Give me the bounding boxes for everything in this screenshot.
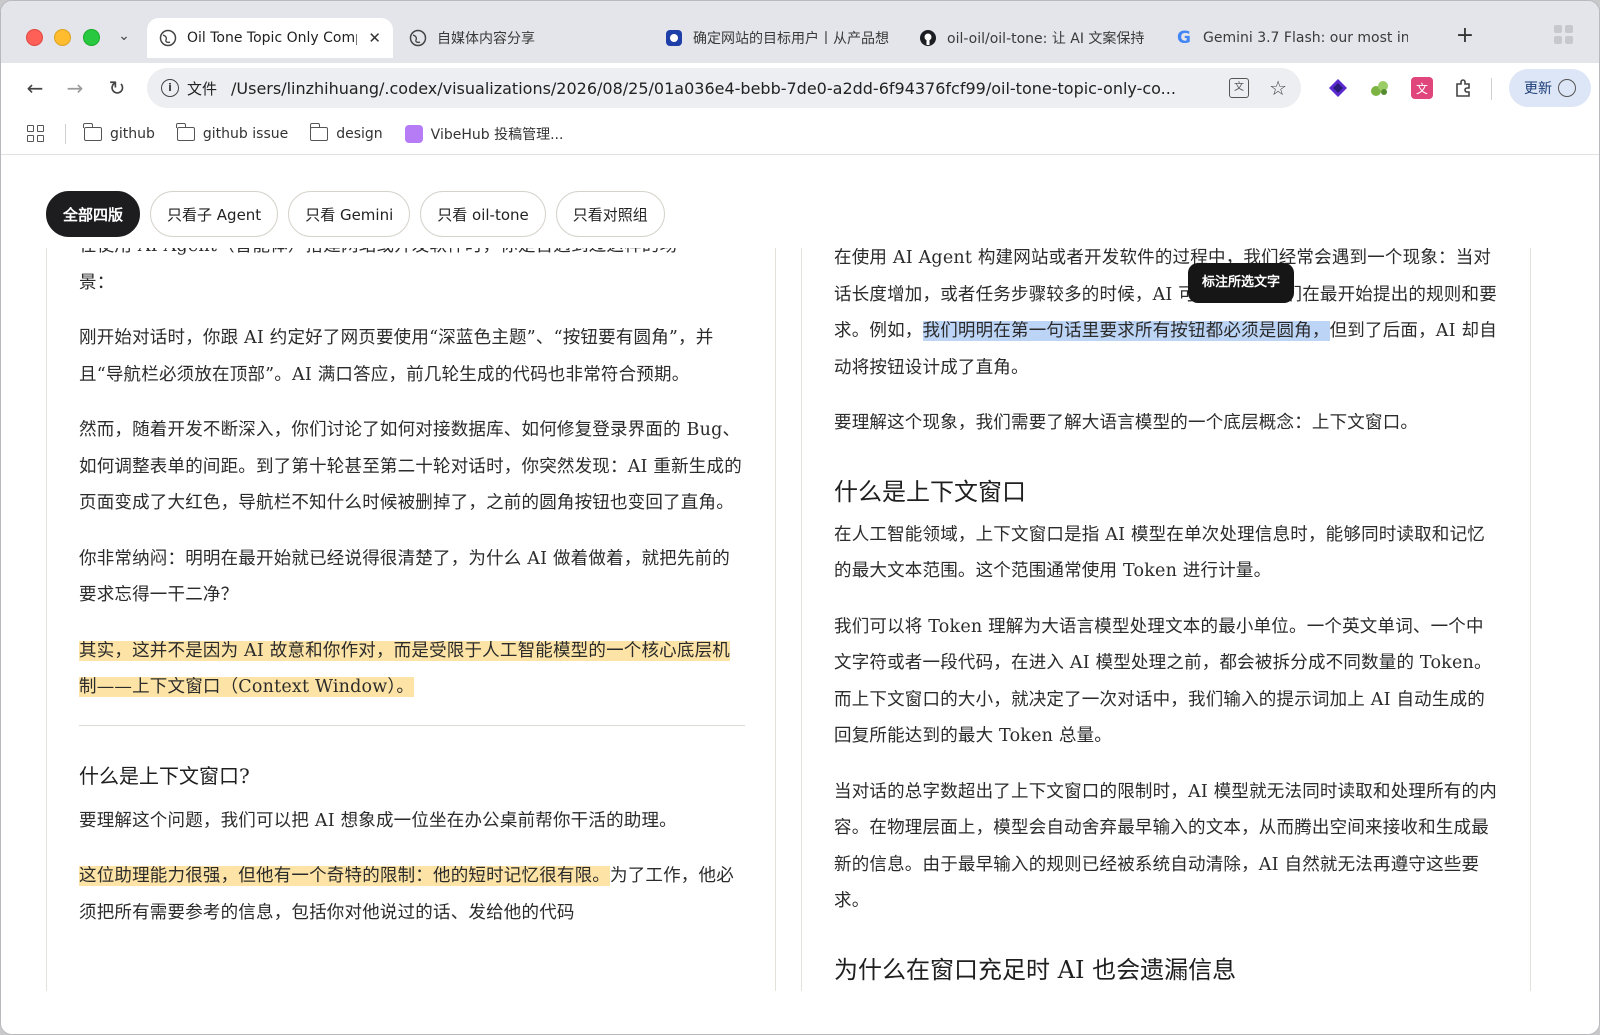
bookmark-label: github issue <box>202 125 289 142</box>
right-article-column[interactable]: 在使用 AI Agent 构建网站或者开发软件的过程中，我们经常会遇到一个现象：… <box>801 248 1531 991</box>
extension-puzzle-color-icon[interactable] <box>1369 77 1391 99</box>
browser-toolbar: ← → ↻ i 文件 /Users/linzhihuang/.codex/vis… <box>1 63 1599 113</box>
paragraph-5: 当对话的总字数超出了上下文窗口的限制时，AI 模型就无法同时读取和处理所有的内容… <box>834 781 1497 912</box>
annotate-selection-tooltip[interactable]: 标注所选文字 <box>1188 263 1295 303</box>
paragraph-2: 然而，随着开发不断深入，你们讨论了如何对接数据库、如何修复登录界面的 Bug、如… <box>79 420 742 513</box>
page-content: 全部四版 只看子 Agent 只看 Gemini 只看 oil-tone 只看对… <box>1 156 1599 1034</box>
info-icon[interactable]: i <box>161 79 179 97</box>
extensions-puzzle-icon[interactable] <box>1453 77 1475 99</box>
filter-gemini[interactable]: 只看 Gemini <box>288 191 411 237</box>
paragraph-2: 要理解这个现象，我们需要了解大语言模型的一个底层概念：上下文窗口。 <box>834 413 1419 433</box>
tab-grid-icon[interactable] <box>1554 25 1574 45</box>
filter-control-group[interactable]: 只看对照组 <box>555 191 665 237</box>
section-heading: 什么是上下文窗口 <box>834 477 1026 506</box>
bookmark-star-icon[interactable]: ☆ <box>1269 76 1287 100</box>
tab-title: Gemini 3.7 Flash: our most in <box>1203 30 1408 46</box>
filter-sub-agent[interactable]: 只看子 Agent <box>150 191 279 237</box>
tab-list-chevron-icon[interactable]: ⌄ <box>113 25 135 47</box>
paragraph-3: 你非常纳闷：明明在最开始就已经说得很清楚了，为什么 AI 做着做着，就把先前的要… <box>79 548 730 606</box>
close-window-button[interactable] <box>26 29 43 46</box>
section-heading-2: 为什么在窗口充足时 AI 也会遗漏信息 <box>834 955 1237 984</box>
zoom-window-button[interactable] <box>83 29 100 46</box>
update-label: 更新 <box>1524 81 1552 97</box>
paragraph-1: 在使用 AI Agent 构建网站或者开发软件的过程中，我们经常会遇到一个现象：… <box>834 248 1500 386</box>
section-heading: 什么是上下文窗口? <box>79 763 250 788</box>
new-tab-plus-icon[interactable]: + <box>1453 25 1477 47</box>
url-text[interactable]: /Users/linzhihuang/.codex/visualizations… <box>231 79 1211 98</box>
tab-title: Oil Tone Topic Only Comp <box>187 30 357 46</box>
bookmark-github-issue[interactable]: github issue <box>176 122 289 142</box>
toolbar-divider <box>1491 78 1492 100</box>
paragraph-intro-top: 在使用 AI Agent（智能体）搭建网站或开发软件时，你是否遇到过这样的场 <box>79 248 745 265</box>
extension-translate-pink-icon[interactable]: 文 <box>1411 77 1433 99</box>
tab-self-media[interactable]: 自媒体内容分享 <box>397 18 637 58</box>
bookmarks-divider <box>65 123 66 144</box>
left-article-column[interactable]: 在使用 AI Agent（智能体）搭建网站或开发软件时，你是否遇到过这样的场 景… <box>46 248 776 991</box>
browser-window: ⌄ Oil Tone Topic Only Comp ✕ 自媒体内容分享 确定网… <box>0 0 1600 1035</box>
highlight-yellow[interactable]: 其实，这并不是因为 AI 故意和你作对，而是受限于人工智能模型的一个核心底层机制… <box>79 640 730 697</box>
paragraph-4: 其实，这并不是因为 AI 故意和你作对，而是受限于人工智能模型的一个核心底层机制… <box>79 633 745 706</box>
google-icon: G <box>1177 28 1191 48</box>
minimize-window-button[interactable] <box>54 29 71 46</box>
bookmark-vibehub[interactable]: VibeHub 投稿管理... <box>404 124 564 144</box>
bookmark-github[interactable]: github <box>83 122 155 142</box>
folder-icon <box>176 122 195 141</box>
update-button[interactable]: 更新 <box>1509 69 1591 107</box>
profile-avatar-icon[interactable] <box>1558 79 1576 97</box>
section-divider <box>79 724 745 726</box>
bookmark-label: github <box>110 125 155 142</box>
bookmark-label: VibeHub 投稿管理... <box>430 126 564 143</box>
selected-text[interactable]: 我们明明在第一句话里要求所有按钮都必须是圆角， <box>922 321 1330 341</box>
github-icon <box>919 29 937 47</box>
tab-strip: ⌄ Oil Tone Topic Only Comp ✕ 自媒体内容分享 确定网… <box>1 1 1599 63</box>
filter-bar: 全部四版 只看子 Agent 只看 Gemini 只看 oil-tone 只看对… <box>46 191 665 237</box>
folder-icon <box>309 122 329 141</box>
translate-icon[interactable]: 文 <box>1229 78 1249 98</box>
paragraph-3: 在人工智能领域，上下文窗口是指 AI 模型在单次处理信息时，能够同时读取和记忆的… <box>834 524 1485 582</box>
highlight-yellow[interactable]: 这位助理能力很强，但他有一个奇特的限制：他的短时记忆很有限。 <box>79 866 610 886</box>
globe-icon <box>409 29 427 47</box>
paragraph-intro-end: 景： <box>79 272 115 293</box>
url-scheme-label: 文件 <box>187 79 218 98</box>
extension-diamond-icon[interactable] <box>1327 77 1349 99</box>
left-article-body: 在使用 AI Agent（智能体）搭建网站或开发软件时，你是否遇到过这样的场 景… <box>79 248 745 950</box>
globe-icon <box>159 29 177 47</box>
app-icon <box>665 29 683 47</box>
tab-title: oil-oil/oil-tone: 让 AI 文案保持 <box>947 31 1145 47</box>
tab-github-oil-tone[interactable]: oil-oil/oil-tone: 让 AI 文案保持 <box>907 18 1147 58</box>
address-bar[interactable]: i 文件 /Users/linzhihuang/.codex/visualiza… <box>147 68 1301 108</box>
paragraph-5: 要理解这个问题，我们可以把 AI 想象成一位坐在办公桌前帮你干活的助理。 <box>79 810 677 831</box>
bookmarks-bar: github github issue design VibeHub 投稿管理.… <box>1 113 1599 155</box>
filter-all-four[interactable]: 全部四版 <box>46 191 141 237</box>
right-article-body: 在使用 AI Agent 构建网站或者开发软件的过程中，我们经常会遇到一个现象：… <box>834 248 1500 991</box>
tab-target-users[interactable]: 确定网站的目标用户丨从产品想 <box>653 18 893 58</box>
back-arrow-icon[interactable]: ← <box>23 76 47 100</box>
tab-gemini[interactable]: G Gemini 3.7 Flash: our most in <box>1163 18 1413 58</box>
paragraph-4: 我们可以将 Token 理解为大语言模型处理文本的最小单位。一个英文单词、一个中… <box>834 616 1492 747</box>
filter-oil-tone[interactable]: 只看 oil-tone <box>420 191 546 237</box>
tab-oil-tone-topic[interactable]: Oil Tone Topic Only Comp ✕ <box>147 18 393 58</box>
paragraph-1: 刚开始对话时，你跟 AI 约定好了网页要使用“深蓝色主题”、“按钮要有圆角”，并… <box>79 328 714 385</box>
tab-title: 确定网站的目标用户丨从产品想 <box>693 31 889 47</box>
paragraph-6: 这位助理能力很强，但他有一个奇特的限制：他的短时记忆很有限。为了工作，他必须把所… <box>79 858 745 931</box>
svg-text:文: 文 <box>1416 81 1428 96</box>
folder-icon <box>83 122 102 141</box>
bookmark-design[interactable]: design <box>309 122 383 142</box>
apps-grid-icon[interactable] <box>27 124 45 143</box>
reload-icon[interactable]: ↻ <box>105 76 129 100</box>
tab-title: 自媒体内容分享 <box>437 31 535 47</box>
vibehub-icon <box>404 124 423 143</box>
close-tab-icon[interactable]: ✕ <box>368 29 381 47</box>
forward-arrow-icon[interactable]: → <box>63 76 87 100</box>
bookmark-label: design <box>336 125 383 142</box>
